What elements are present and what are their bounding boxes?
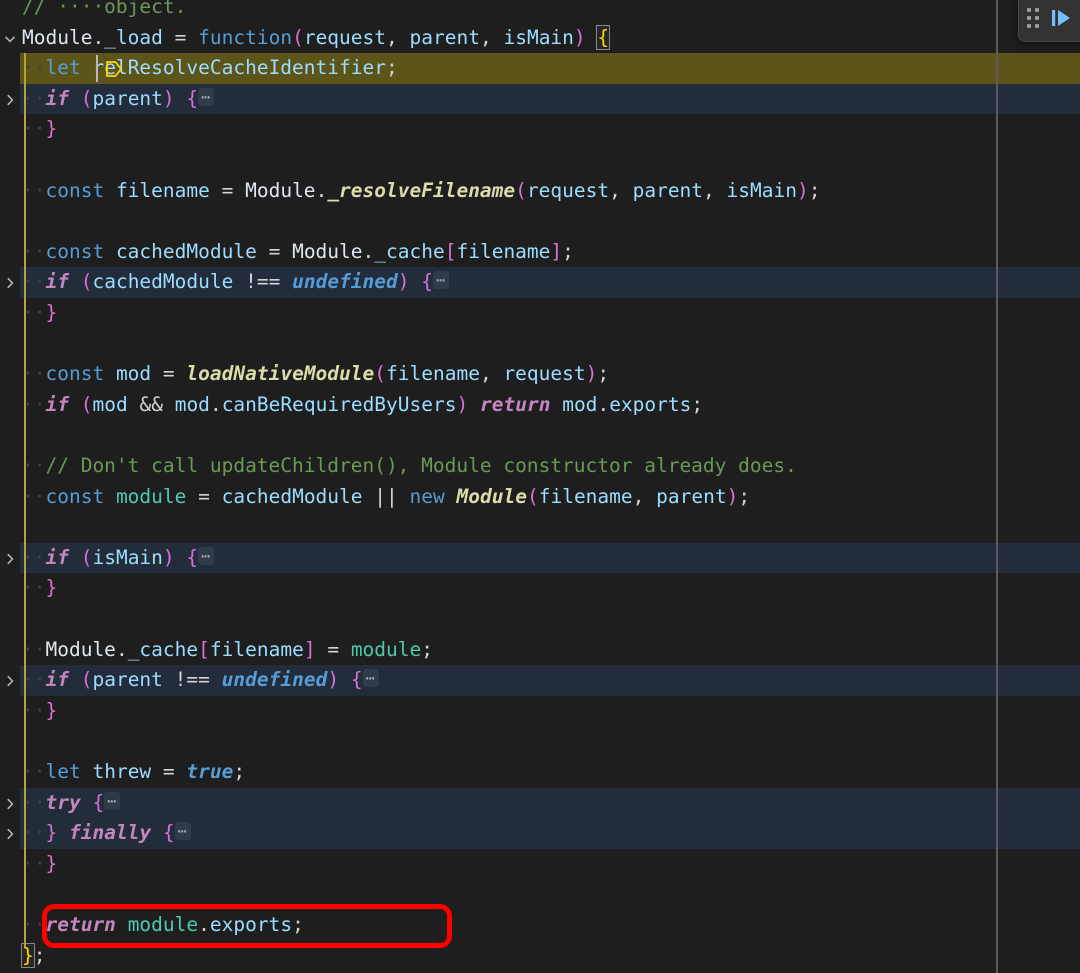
code-line-text: ··try {⋯ bbox=[22, 788, 121, 820]
debug-continue-icon[interactable] bbox=[1049, 5, 1075, 31]
code-line-text: ··const cachedModule = Module._cache[fil… bbox=[22, 239, 574, 263]
code-line-text: ··const module = cachedModule || new Mod… bbox=[22, 484, 751, 508]
code-line-text: ··Module._cache[filename] = module; bbox=[22, 637, 434, 661]
code-line[interactable]: ··} bbox=[0, 696, 1080, 727]
code-line[interactable] bbox=[0, 206, 1080, 237]
code-line-text: // ····object. bbox=[22, 0, 187, 18]
code-line-text: ··} finally {⋯ bbox=[22, 818, 191, 850]
code-line[interactable]: ··try {⋯ bbox=[0, 788, 1080, 819]
code-line[interactable]: ··} bbox=[0, 298, 1080, 329]
fold-chevron-right-icon[interactable] bbox=[0, 543, 20, 574]
debug-value-hint-pentagon-icon[interactable] bbox=[104, 59, 124, 83]
code-line[interactable]: }; bbox=[0, 941, 1080, 972]
code-line[interactable]: ··if (parent !== undefined) {⋯ bbox=[0, 665, 1080, 696]
code-line-text: ··return module.exports; bbox=[22, 913, 304, 936]
code-editor[interactable]: // ····object. Module._load = function(re… bbox=[0, 0, 1080, 973]
fold-chevron-right-icon[interactable] bbox=[0, 818, 20, 849]
code-line-text: ··let threw = true; bbox=[22, 760, 246, 783]
code-line-text: ··const mod = loadNativeModule(filename,… bbox=[22, 362, 610, 386]
code-line-text: ··} bbox=[22, 698, 58, 722]
editor-gutter[interactable] bbox=[0, 0, 20, 973]
indent-guide bbox=[24, 53, 26, 947]
code-line-text: Module._load = function(request, parent,… bbox=[22, 24, 611, 50]
fold-chevron-down-icon[interactable] bbox=[0, 23, 20, 54]
fold-chevron-right-icon[interactable] bbox=[0, 665, 20, 696]
code-line[interactable]: ··} finally {⋯ bbox=[0, 818, 1080, 849]
code-line-text: ··let relResolveCacheIdentifier; bbox=[22, 56, 398, 80]
code-line[interactable]: ··const cachedModule = Module._cache[fil… bbox=[0, 237, 1080, 268]
code-line-text: ··if (parent) {⋯ bbox=[22, 84, 215, 116]
fold-chevron-right-icon[interactable] bbox=[0, 84, 20, 115]
code-line[interactable]: ··let relResolveCacheIdentifier; bbox=[0, 53, 1080, 84]
code-line[interactable]: Module._load = function(request, parent,… bbox=[0, 23, 1080, 54]
code-line[interactable]: ··Module._cache[filename] = module; bbox=[0, 635, 1080, 666]
code-line[interactable]: ··if (mod && mod.canBeRequiredByUsers) r… bbox=[0, 390, 1080, 421]
code-line[interactable]: ··// Don't call updateChildren(), Module… bbox=[0, 451, 1080, 482]
code-line[interactable]: ··} bbox=[0, 114, 1080, 145]
code-line[interactable] bbox=[0, 879, 1080, 910]
code-line[interactable]: ··const module = cachedModule || new Mod… bbox=[0, 482, 1080, 513]
code-line[interactable]: ··let threw = true; bbox=[0, 757, 1080, 788]
code-line[interactable]: ··if (cachedModule !== undefined) {⋯ bbox=[0, 267, 1080, 298]
fold-chevron-right-icon[interactable] bbox=[0, 267, 20, 298]
code-line[interactable] bbox=[0, 420, 1080, 451]
code-line[interactable] bbox=[0, 512, 1080, 543]
code-line-text: ··} bbox=[22, 117, 58, 141]
code-line-text: ··if (isMain) {⋯ bbox=[22, 543, 215, 575]
code-line-text: ··} bbox=[22, 301, 58, 324]
code-line-text: ··} bbox=[22, 576, 58, 600]
code-line-text: ··// Don't call updateChildren(), Module… bbox=[22, 454, 797, 477]
code-line-text: ··} bbox=[22, 851, 58, 875]
code-line[interactable]: ··} bbox=[0, 573, 1080, 604]
code-line[interactable]: ··if (isMain) {⋯ bbox=[0, 543, 1080, 574]
vertical-ruler bbox=[996, 0, 998, 973]
code-line[interactable]: // ····object. bbox=[0, 0, 1080, 23]
code-line[interactable]: ··if (parent) {⋯ bbox=[0, 84, 1080, 115]
code-line[interactable]: ··return module.exports; bbox=[0, 910, 1080, 941]
code-line-text: ··if (mod && mod.canBeRequiredByUsers) r… bbox=[22, 392, 704, 416]
code-surface[interactable]: // ····object. Module._load = function(re… bbox=[0, 0, 1080, 973]
drag-handle-icon[interactable] bbox=[1027, 7, 1043, 29]
debug-toolbar[interactable] bbox=[1018, 0, 1080, 42]
code-line-text: ··if (parent !== undefined) {⋯ bbox=[22, 665, 379, 697]
code-line[interactable]: ··const filename = Module._resolveFilena… bbox=[0, 176, 1080, 207]
code-line[interactable] bbox=[0, 604, 1080, 635]
code-line[interactable] bbox=[0, 329, 1080, 360]
text-cursor bbox=[95, 55, 98, 82]
code-line[interactable] bbox=[0, 145, 1080, 176]
fold-chevron-right-icon[interactable] bbox=[0, 788, 20, 819]
code-line[interactable]: ··const mod = loadNativeModule(filename,… bbox=[0, 359, 1080, 390]
code-line[interactable]: ··} bbox=[0, 849, 1080, 880]
code-line-text: ··if (cachedModule !== undefined) {⋯ bbox=[22, 267, 450, 299]
code-line-text: ··const filename = Module._resolveFilena… bbox=[22, 178, 821, 202]
code-line[interactable] bbox=[0, 726, 1080, 757]
